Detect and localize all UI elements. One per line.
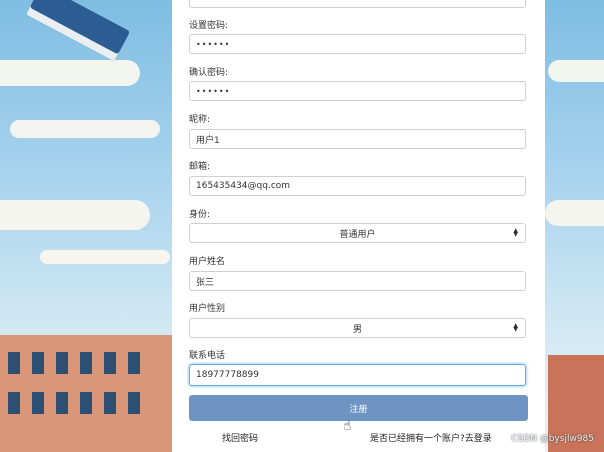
email-label: 邮箱: <box>189 162 211 172</box>
email-value: 165435434@qq.com <box>196 181 291 191</box>
password-input[interactable]: •••••• <box>189 34 526 54</box>
select-arrows-icon: ▲ ▼ <box>513 227 518 238</box>
building-window <box>104 392 116 414</box>
gender-label: 用户性别 <box>189 304 226 314</box>
building-window <box>128 392 140 414</box>
page-background: 设置密码: •••••• 确认密码: •••••• 昵称: 用户1 邮箱: 16… <box>0 0 604 452</box>
watermark-text: CSDN @bysjlw985 <box>511 434 594 444</box>
nickname-value: 用户1 <box>196 135 220 146</box>
building-window <box>8 352 20 374</box>
book-illustration <box>25 0 131 62</box>
realname-value: 张三 <box>196 277 215 288</box>
cloud-decoration <box>0 200 150 230</box>
building-window <box>32 352 44 374</box>
nickname-input[interactable]: 用户1 <box>189 129 526 149</box>
hand-cursor-icon: ☝ <box>343 418 352 434</box>
building-window <box>128 352 140 374</box>
email-input[interactable]: 165435434@qq.com <box>189 176 526 196</box>
phone-label: 联系电话 <box>189 351 226 361</box>
username-input-partial[interactable] <box>189 0 526 8</box>
select-arrows-icon: ▲ ▼ <box>513 322 518 333</box>
confirm-password-value: •••••• <box>196 86 231 96</box>
building-window <box>56 392 68 414</box>
realname-input[interactable]: 张三 <box>189 271 526 291</box>
register-button[interactable]: 注册 <box>189 395 528 421</box>
cloud-decoration <box>0 60 140 86</box>
cloud-decoration <box>10 120 160 138</box>
identity-label: 身份: <box>189 210 211 220</box>
cloud-decoration <box>545 200 604 226</box>
building-window <box>80 352 92 374</box>
nickname-label: 昵称: <box>189 115 211 125</box>
cloud-decoration <box>548 60 604 82</box>
gender-value: 男 <box>352 324 362 335</box>
building-window <box>104 352 116 374</box>
confirm-password-input[interactable]: •••••• <box>189 81 526 101</box>
go-login-link[interactable]: 是否已经拥有一个账户?去登录 <box>370 431 492 444</box>
password-label: 设置密码: <box>189 21 229 31</box>
confirm-password-label: 确认密码: <box>189 68 229 78</box>
gender-select[interactable]: 男 ▲ ▼ <box>189 318 526 338</box>
identity-select[interactable]: 普通用户 ▲ ▼ <box>189 223 526 243</box>
building-window <box>56 352 68 374</box>
find-password-link[interactable]: 找回密码 <box>222 431 258 444</box>
building-window <box>32 392 44 414</box>
realname-label: 用户姓名 <box>189 257 226 267</box>
password-value: •••••• <box>196 39 231 49</box>
phone-value: 18977778899 <box>196 370 259 380</box>
identity-value: 普通用户 <box>339 229 376 240</box>
building-window <box>80 392 92 414</box>
phone-input[interactable]: 18977778899 <box>189 364 526 386</box>
cloud-decoration <box>40 250 170 264</box>
building-window <box>8 392 20 414</box>
